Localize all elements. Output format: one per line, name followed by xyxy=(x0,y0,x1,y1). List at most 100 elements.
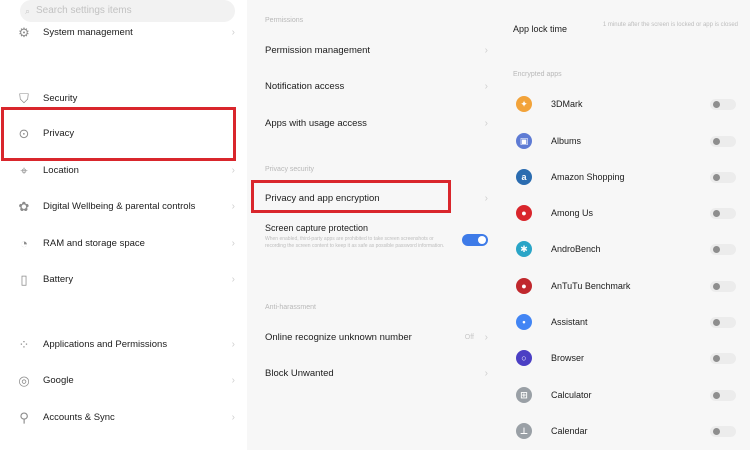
sidebar-item-label: RAM and storage space xyxy=(43,238,145,249)
app-row-3dmark[interactable]: ✦ 3DMark xyxy=(500,89,750,119)
screen-capture-description: When enabled, third-party apps are prohi… xyxy=(265,236,445,249)
apps-grid-icon: ⁘ xyxy=(18,337,30,352)
3dmark-app-icon: ✦ xyxy=(516,96,532,112)
sidebar-item-label: Accounts & Sync xyxy=(43,412,115,423)
chevron-right-icon: › xyxy=(231,201,235,212)
app-encrypt-toggle[interactable] xyxy=(710,317,736,328)
app-label: Amazon Shopping xyxy=(551,172,625,182)
item-label: Permission management xyxy=(265,45,371,56)
sidebar-item-system-management[interactable]: ⚙ System management › xyxy=(0,18,245,48)
chevron-right-icon: › xyxy=(231,339,235,350)
privacy-icon: ⊙ xyxy=(18,126,30,141)
item-label: Block Unwanted xyxy=(265,368,334,379)
chevron-right-icon: › xyxy=(484,368,488,379)
sidebar-item-digital-wellbeing[interactable]: ✿ Digital Wellbeing & parental controls … xyxy=(0,192,245,222)
sidebar-item-accounts-sync[interactable]: ⚲ Accounts & Sync › xyxy=(0,403,245,433)
item-label: Privacy and app encryption xyxy=(265,193,380,204)
calculator-app-icon: ⊞ xyxy=(516,387,532,403)
sidebar-item-label: Google xyxy=(43,375,74,386)
among-us-app-icon: ● xyxy=(516,205,532,221)
app-encrypt-toggle[interactable] xyxy=(710,172,736,183)
chevron-right-icon: › xyxy=(484,193,488,204)
calendar-app-icon: ⊥ xyxy=(516,423,532,439)
chevron-right-icon: › xyxy=(231,274,235,285)
chevron-right-icon: › xyxy=(484,81,488,92)
app-label: Browser xyxy=(551,353,585,363)
app-label: Calculator xyxy=(551,390,592,400)
chevron-right-icon: › xyxy=(484,332,488,343)
sidebar-item-privacy[interactable]: ⊙ Privacy xyxy=(0,119,245,149)
app-row-calculator[interactable]: ⊞ Calculator xyxy=(500,380,750,410)
app-row-calendar[interactable]: ⊥ Calendar xyxy=(500,416,750,446)
app-encrypt-toggle[interactable] xyxy=(710,353,736,364)
usage-access-item[interactable]: Apps with usage access › xyxy=(247,109,500,139)
app-row-among-us[interactable]: ● Among Us xyxy=(500,198,750,228)
app-row-browser[interactable]: ○ Browser xyxy=(500,343,750,373)
app-label: Calendar xyxy=(551,426,588,436)
item-label: Apps with usage access xyxy=(265,118,367,129)
sidebar-item-label: Battery xyxy=(43,274,74,285)
app-row-assistant[interactable]: • Assistant xyxy=(500,307,750,337)
gear-icon: ⚙ xyxy=(18,25,30,40)
sidebar-item-google[interactable]: ◎ Google › xyxy=(0,366,245,396)
screen-capture-toggle[interactable] xyxy=(462,234,488,246)
chevron-right-icon: › xyxy=(231,238,235,249)
sidebar-item-security[interactable]: ⛉ Security xyxy=(0,84,245,114)
item-label: Online recognize unknown number xyxy=(265,332,412,343)
item-value: Off xyxy=(464,334,474,341)
app-row-amazon-shopping[interactable]: a Amazon Shopping xyxy=(500,162,750,192)
androbench-app-icon: ✱ xyxy=(516,241,532,257)
assistant-app-icon: • xyxy=(516,314,532,330)
section-header-permissions: Permissions xyxy=(265,17,304,24)
chevron-right-icon: › xyxy=(484,118,488,129)
google-icon: ◎ xyxy=(18,373,30,388)
app-label: Among Us xyxy=(551,208,594,218)
sidebar-item-label: Digital Wellbeing & parental controls xyxy=(43,201,196,212)
privacy-encryption-item[interactable]: Privacy and app encryption › xyxy=(247,184,500,214)
antutu-benchmark-app-icon: ● xyxy=(516,278,532,294)
app-row-albums[interactable]: ▣ Albums xyxy=(500,126,750,156)
app-label: AnTuTu Benchmark xyxy=(551,281,631,291)
chevron-right-icon: › xyxy=(231,412,235,423)
browser-app-icon: ○ xyxy=(516,350,532,366)
app-encrypt-toggle[interactable] xyxy=(710,244,736,255)
sidebar-item-label: Location xyxy=(43,165,79,176)
app-row-antutu-benchmark[interactable]: ● AnTuTu Benchmark xyxy=(500,271,750,301)
app-encrypt-toggle[interactable] xyxy=(710,136,736,147)
storage-icon: ◔ xyxy=(20,236,28,251)
app-label: AndroBench xyxy=(551,244,601,254)
sidebar-item-location[interactable]: ⌖ Location › xyxy=(0,156,245,186)
chevron-right-icon: › xyxy=(484,45,488,56)
app-encrypt-toggle[interactable] xyxy=(710,99,736,110)
section-header-anti-harassment: Anti-harassment xyxy=(265,304,316,311)
app-encrypt-toggle[interactable] xyxy=(710,426,736,437)
app-label: 3DMark xyxy=(551,99,583,109)
app-encrypt-toggle[interactable] xyxy=(710,281,736,292)
account-icon: ⚲ xyxy=(19,410,29,425)
sidebar-item-label: Privacy xyxy=(43,128,75,139)
app-row-androbench[interactable]: ✱ AndroBench xyxy=(500,234,750,264)
shield-icon: ⛉ xyxy=(19,91,29,106)
section-header-encrypted-apps: Encrypted apps xyxy=(513,71,562,78)
chevron-right-icon: › xyxy=(231,27,235,38)
sidebar-item-battery[interactable]: ▯ Battery › xyxy=(0,265,245,295)
app-encrypt-toggle[interactable] xyxy=(710,390,736,401)
section-header-privacy-security: Privacy security xyxy=(265,166,315,173)
screen-capture-title: Screen capture protection xyxy=(265,223,369,233)
online-recognize-item[interactable]: Online recognize unknown number Off › xyxy=(247,323,500,353)
battery-icon: ▯ xyxy=(20,272,28,287)
sidebar-item-label: System management xyxy=(43,27,133,38)
permission-management-item[interactable]: Permission management › xyxy=(247,36,500,66)
notification-access-item[interactable]: Notification access › xyxy=(247,72,500,102)
sidebar-item-label: Applications and Permissions xyxy=(43,339,168,350)
app-lock-time-item[interactable]: App lock time 1 minute after the screen … xyxy=(500,14,750,44)
wellbeing-icon: ✿ xyxy=(18,199,30,214)
chevron-right-icon: › xyxy=(231,375,235,386)
app-encrypt-toggle[interactable] xyxy=(710,208,736,219)
app-lock-time-value: 1 minute after the screen is locked or a… xyxy=(602,22,738,28)
app-label: Albums xyxy=(551,136,582,146)
sidebar-item-ram-storage[interactable]: ◔ RAM and storage space › xyxy=(0,229,245,259)
item-label: Notification access xyxy=(265,81,345,92)
sidebar-item-applications[interactable]: ⁘ Applications and Permissions › xyxy=(0,330,245,360)
block-unwanted-item[interactable]: Block Unwanted › xyxy=(247,359,500,389)
